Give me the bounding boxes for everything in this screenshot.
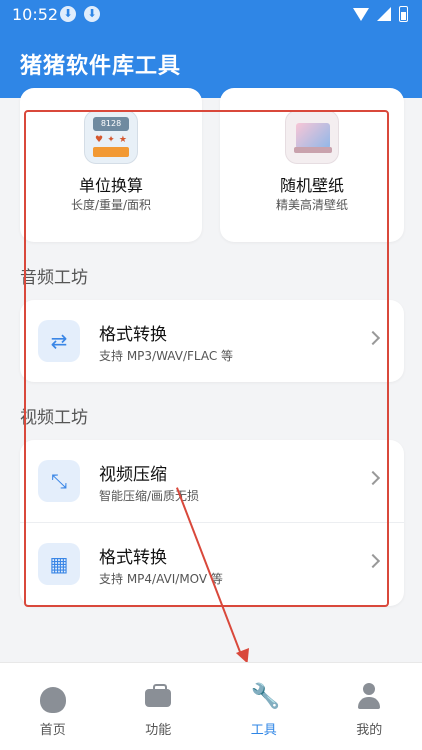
tab-tools[interactable]: 🔧 工具 [211,663,317,750]
tab-me[interactable]: 我的 [317,663,422,750]
status-bar: 10:52 ⬇ ⬇ [0,0,422,30]
tools-content: 8128 ♥ ✦ ★ 单位换算 长度/重量/面积 随机壁纸 精美高清壁纸 音频工坊 … [0,88,422,667]
annotation-highlight-box [24,110,389,607]
tab-label: 功能 [145,723,172,738]
piggy-bank-icon [39,687,66,713]
download-icon: ⬇ [84,6,100,22]
wifi-icon [353,7,369,21]
app-title: 猪猪软件库工具 [20,54,182,79]
status-icons [353,6,408,22]
tab-home[interactable]: 首页 [0,663,106,750]
tab-label: 我的 [356,723,383,738]
download-icon: ⬇ [60,6,76,22]
tab-features[interactable]: 功能 [106,663,212,750]
wrench-icon: 🔧 [250,682,281,710]
battery-icon [399,6,408,22]
status-time: 10:52 [12,5,59,24]
toolbox-icon [145,684,172,707]
tab-label: 首页 [39,723,66,738]
bottom-tab-bar: 首页 功能 🔧 工具 我的 [0,662,422,750]
tab-label: 工具 [250,723,277,738]
signal-icon [377,7,391,21]
person-icon [356,683,382,709]
